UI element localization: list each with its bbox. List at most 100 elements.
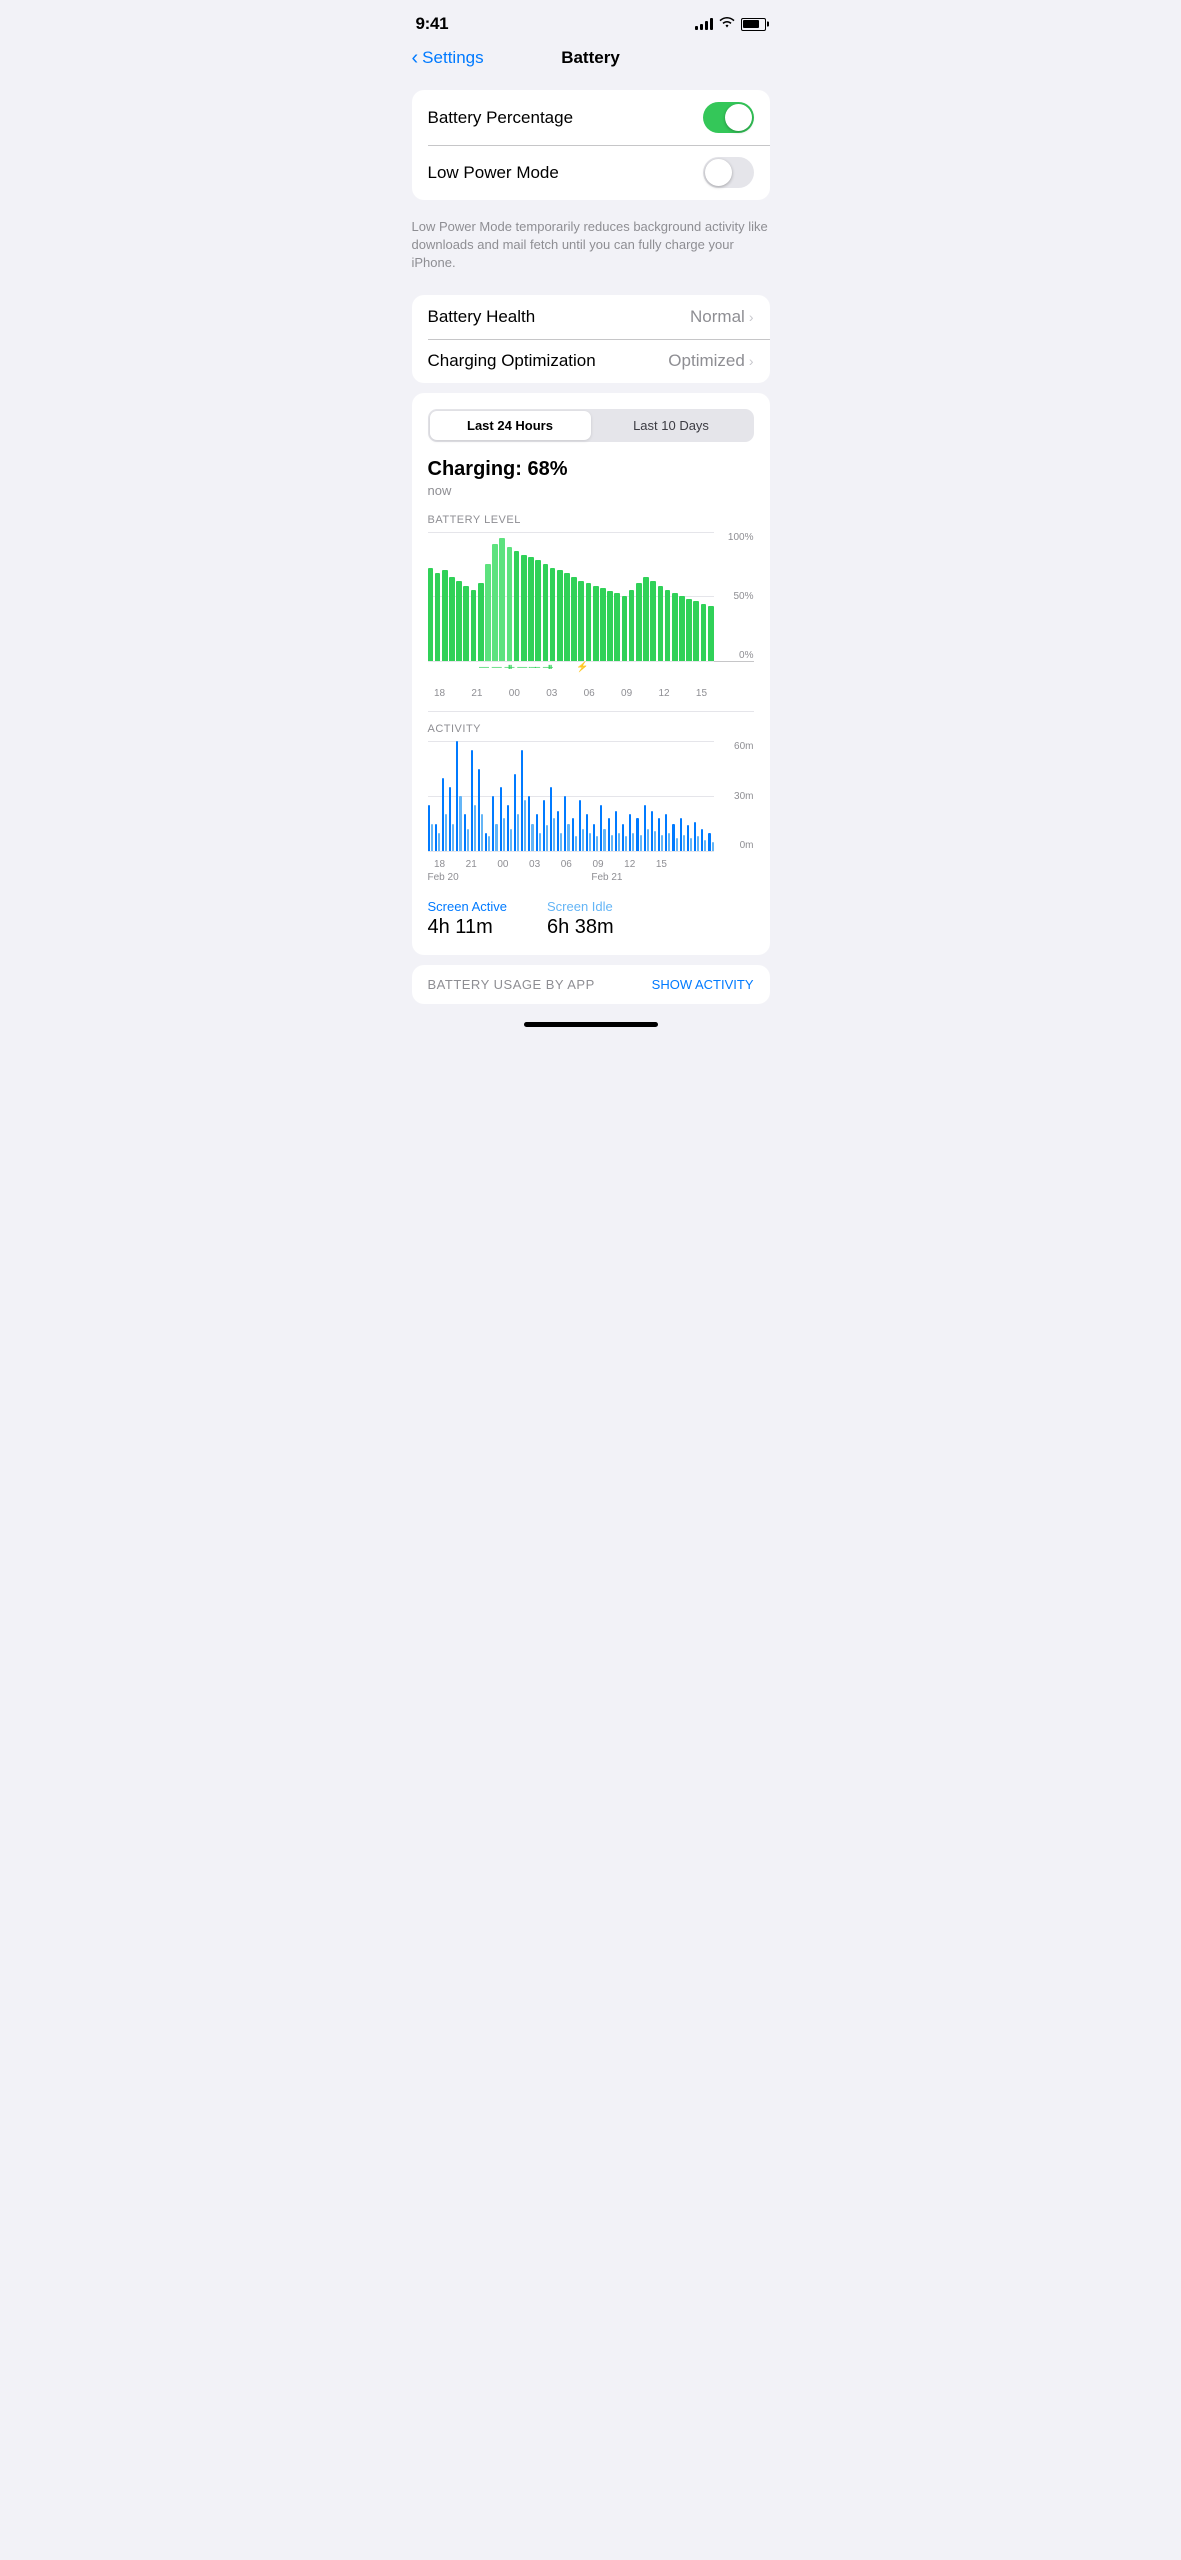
act-light-bar-15 (539, 833, 541, 851)
charging-icons-row: ⏸ · · ⏸ ⚡ — — — — — — (428, 662, 714, 684)
charging-opt-value: Optimized (668, 351, 745, 371)
activity-group-20 (572, 741, 577, 851)
act-blue-bar-33 (665, 814, 667, 851)
act-light-bar-34 (676, 838, 678, 851)
activity-group-24 (600, 741, 605, 851)
chevron-right-icon-2: › (749, 353, 754, 369)
activity-group-10 (500, 741, 505, 851)
health-section: Battery Health Normal › Charging Optimiz… (412, 295, 770, 383)
low-power-toggle[interactable] (703, 157, 754, 188)
chevron-right-icon: › (749, 309, 754, 325)
act-blue-bar-0 (428, 805, 430, 851)
act-blue-bar-9 (492, 796, 494, 851)
battery-bar-20 (571, 577, 577, 661)
x-label-00: 00 (502, 688, 526, 699)
activity-group-27 (622, 741, 627, 851)
screen-idle-label: Screen Idle (547, 899, 614, 914)
activity-group-2 (442, 741, 447, 851)
activity-group-14 (528, 741, 533, 851)
battery-bar-9 (492, 544, 498, 660)
activity-x-axis-container: 18 21 00 03 06 09 12 15 Feb 20 Feb 21 (428, 855, 714, 883)
x-label-15: 15 (689, 688, 713, 699)
act-blue-bar-30 (644, 805, 646, 851)
wifi-icon (719, 17, 735, 32)
battery-bar-6 (471, 590, 477, 661)
battery-bar-18 (557, 570, 563, 660)
date-label-feb20: Feb 20 (428, 872, 498, 883)
act-light-bar-22 (589, 833, 591, 851)
charging-opt-row[interactable]: Charging Optimization Optimized › (412, 339, 770, 383)
act-light-bar-12 (517, 814, 519, 851)
act-blue-bar-10 (500, 787, 502, 851)
battery-health-value: Normal (690, 307, 745, 327)
toggle-thumb (725, 104, 752, 131)
act-blue-bar-5 (464, 814, 466, 851)
activity-group-34 (672, 741, 677, 851)
act-x-18: 18 (428, 859, 452, 870)
last-24-hours-button[interactable]: Last 24 Hours (430, 411, 591, 440)
act-light-bar-17 (553, 818, 555, 851)
screen-stats: Screen Active 4h 11m Screen Idle 6h 38m (428, 899, 754, 939)
battery-bar-38 (701, 604, 707, 661)
act-light-bar-35 (683, 835, 685, 852)
act-blue-bar-7 (478, 769, 480, 852)
activity-group-35 (680, 741, 685, 851)
activity-chart: ACTIVITY 60m 30m 0m 18 21 (428, 723, 754, 939)
status-icons (695, 17, 766, 32)
activity-group-16 (543, 741, 548, 851)
act-blue-bar-26 (615, 811, 617, 851)
battery-percentage-toggle[interactable] (703, 102, 754, 133)
activity-group-4 (456, 741, 461, 851)
show-activity-button[interactable]: SHOW ACTIVITY (652, 977, 754, 992)
act-light-bar-9 (495, 824, 497, 852)
toggle-thumb-lp (705, 159, 732, 186)
act-blue-bar-21 (579, 800, 581, 851)
act-blue-bar-39 (708, 833, 710, 851)
act-light-bar-27 (625, 836, 627, 851)
act-light-bar-30 (647, 829, 649, 851)
act-light-bar-7 (481, 814, 483, 851)
battery-health-row[interactable]: Battery Health Normal › (412, 295, 770, 339)
back-label: Settings (422, 48, 483, 68)
back-button[interactable]: ‹ Settings (412, 48, 484, 68)
act-blue-bar-37 (694, 822, 696, 851)
charging-time: now (428, 483, 754, 498)
activity-group-17 (550, 741, 555, 851)
last-10-days-button[interactable]: Last 10 Days (591, 411, 752, 440)
battery-bar-33 (665, 590, 671, 661)
act-light-bar-0 (431, 824, 433, 852)
activity-group-28 (629, 741, 634, 851)
activity-label: ACTIVITY (428, 723, 754, 735)
act-light-bar-38 (704, 840, 706, 851)
time-selector: Last 24 Hours Last 10 Days (428, 409, 754, 442)
battery-bar-22 (586, 583, 592, 660)
battery-bar-8 (485, 564, 491, 661)
act-light-bar-10 (503, 818, 505, 851)
act-light-bar-21 (582, 829, 584, 851)
activity-group-12 (514, 741, 519, 851)
act-blue-bar-12 (514, 774, 516, 851)
screen-active-stat: Screen Active 4h 11m (428, 899, 508, 939)
act-x-00: 00 (491, 859, 515, 870)
activity-group-36 (687, 741, 692, 851)
act-light-bar-13 (524, 800, 526, 851)
charging-label: Charging: 68% (428, 458, 754, 481)
act-light-bar-26 (618, 833, 620, 851)
signal-icon (695, 18, 713, 30)
status-bar: 9:41 (396, 0, 786, 40)
activity-group-33 (665, 741, 670, 851)
battery-health-value-group: Normal › (690, 307, 753, 327)
screen-active-value: 4h 11m (428, 916, 508, 939)
toggle-section: Battery Percentage Low Power Mode (412, 90, 770, 200)
home-indicator (396, 1014, 786, 1047)
battery-percentage-row: Battery Percentage (412, 90, 770, 145)
battery-bar-15 (535, 560, 541, 661)
act-x-12: 12 (618, 859, 642, 870)
act-blue-bar-2 (442, 778, 444, 851)
act-blue-bar-29 (636, 818, 638, 851)
battery-bar-30 (643, 577, 649, 661)
status-time: 9:41 (416, 14, 449, 34)
battery-bars (428, 532, 714, 661)
act-light-bar-5 (467, 829, 469, 851)
battery-bar-13 (521, 555, 527, 661)
